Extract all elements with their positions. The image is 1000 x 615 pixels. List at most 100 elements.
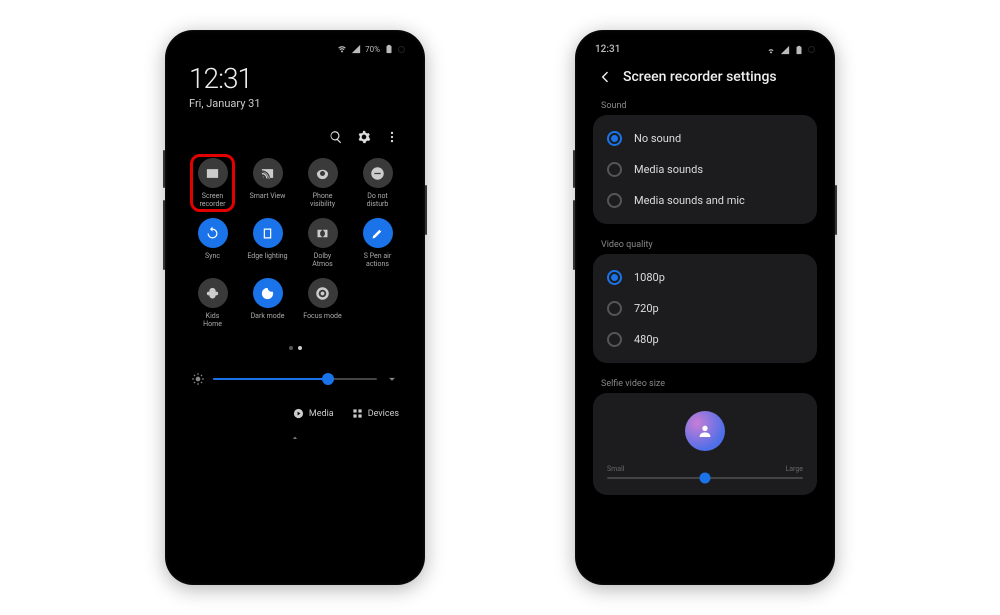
status-icons: 70% xyxy=(337,44,405,54)
radio-option[interactable]: 1080p xyxy=(603,262,807,293)
radio-label: Media sounds xyxy=(634,163,703,176)
quick-tile[interactable]: Edge lighting xyxy=(242,218,293,268)
radio-label: 480p xyxy=(634,333,659,346)
phone-right: 12:31 Screen recorder settings Sound No … xyxy=(575,30,835,585)
gear-icon[interactable] xyxy=(357,130,371,144)
tile-label: Phonevisibility xyxy=(310,192,335,208)
quick-tile[interactable]: Do notdisturb xyxy=(352,158,403,208)
radio-icon[interactable] xyxy=(607,131,622,146)
dolby-icon[interactable] xyxy=(308,218,338,248)
quality-card: 1080p 720p 480p xyxy=(593,254,817,363)
media-button[interactable]: Media xyxy=(293,408,334,419)
quick-tile[interactable]: Focus mode xyxy=(297,278,348,328)
radio-option[interactable]: No sound xyxy=(603,123,807,154)
panel-date: Fri, January 31 xyxy=(189,97,401,110)
page-dot-active[interactable] xyxy=(298,346,302,350)
selfie-card: Small Large xyxy=(593,393,817,495)
tile-label: Focus mode xyxy=(303,312,341,328)
radio-icon[interactable] xyxy=(607,270,622,285)
radio-label: No sound xyxy=(634,132,681,145)
quick-tile[interactable]: S Pen airactions xyxy=(352,218,403,268)
more-icon[interactable] xyxy=(385,130,399,144)
tile-label: KidsHome xyxy=(203,312,222,328)
spen-icon[interactable] xyxy=(363,218,393,248)
sound-section-label: Sound xyxy=(583,95,827,115)
signal-icon xyxy=(780,45,790,55)
radio-icon[interactable] xyxy=(607,332,622,347)
battery-icon xyxy=(384,44,394,54)
brightness-slider-row xyxy=(173,360,417,398)
quick-tile[interactable]: Screenrecorder xyxy=(187,158,238,208)
media-label: Media xyxy=(309,409,334,419)
settings-screen: 12:31 Screen recorder settings Sound No … xyxy=(583,38,827,577)
page-dot[interactable] xyxy=(289,346,293,350)
devices-icon xyxy=(352,408,363,419)
signal-icon xyxy=(351,44,361,54)
quick-panel-screen: 70% 12:31 Fri, January 31 Screenrecorder… xyxy=(173,38,417,577)
tile-label: Screenrecorder xyxy=(199,192,225,208)
quick-tile[interactable]: Phonevisibility xyxy=(297,158,348,208)
focus-icon[interactable] xyxy=(308,278,338,308)
battery-icon xyxy=(794,45,804,55)
wifi-icon xyxy=(766,45,776,55)
tile-label: DolbyAtmos xyxy=(312,252,333,268)
radio-label: Media sounds and mic xyxy=(634,194,745,207)
battery-text: 70% xyxy=(365,45,380,54)
clock-block: 12:31 Fri, January 31 xyxy=(173,56,417,116)
sync-icon[interactable] xyxy=(198,218,228,248)
radio-label: 720p xyxy=(634,302,659,315)
kids-icon[interactable] xyxy=(198,278,228,308)
cast-icon[interactable] xyxy=(253,158,283,188)
size-large-label: Large xyxy=(785,465,803,473)
phone-left: 70% 12:31 Fri, January 31 Screenrecorder… xyxy=(165,30,425,585)
status-bar: 12:31 xyxy=(583,38,827,57)
settings-header: Screen recorder settings xyxy=(583,57,827,95)
back-icon[interactable] xyxy=(597,69,613,85)
radio-option[interactable]: 720p xyxy=(603,293,807,324)
radio-option[interactable]: Media sounds and mic xyxy=(603,185,807,216)
nav-up-icon[interactable] xyxy=(290,433,300,443)
brightness-slider[interactable] xyxy=(213,378,377,380)
quick-tile[interactable]: DolbyAtmos xyxy=(297,218,348,268)
status-bar: 70% xyxy=(173,38,417,56)
sound-card: No sound Media sounds Media sounds and mic xyxy=(593,115,817,224)
page-indicator xyxy=(173,336,417,360)
radio-option[interactable]: 480p xyxy=(603,324,807,355)
tile-label: Dark mode xyxy=(251,312,285,328)
quick-tile[interactable]: Smart View xyxy=(242,158,293,208)
radio-label: 1080p xyxy=(634,271,665,284)
tile-label: S Pen airactions xyxy=(364,252,391,268)
radio-icon[interactable] xyxy=(607,301,622,316)
tile-label: Smart View xyxy=(250,192,286,208)
size-small-label: Small xyxy=(607,465,625,473)
camera-hole xyxy=(808,46,815,53)
play-icon xyxy=(293,408,304,419)
radio-icon[interactable] xyxy=(607,193,622,208)
tile-label: Edge lighting xyxy=(247,252,287,268)
tile-label: Sync xyxy=(205,252,220,268)
selfie-avatar xyxy=(685,411,725,451)
page-title: Screen recorder settings xyxy=(623,69,777,85)
devices-label: Devices xyxy=(368,409,399,419)
quick-tile[interactable]: Dark mode xyxy=(242,278,293,328)
camera-hole xyxy=(398,46,405,53)
devices-button[interactable]: Devices xyxy=(352,408,399,419)
selfie-section-label: Selfie video size xyxy=(583,373,827,393)
dark-icon[interactable] xyxy=(253,278,283,308)
edge-icon[interactable] xyxy=(253,218,283,248)
selfie-size-slider[interactable] xyxy=(607,477,803,479)
visibility-icon[interactable] xyxy=(308,158,338,188)
chevron-down-icon[interactable] xyxy=(385,372,399,386)
radio-icon[interactable] xyxy=(607,162,622,177)
quick-tile[interactable]: Sync xyxy=(187,218,238,268)
tile-label: Do notdisturb xyxy=(367,192,389,208)
quick-tiles-grid: Screenrecorder Smart View Phonevisibility D… xyxy=(173,150,417,336)
panel-time: 12:31 xyxy=(189,62,401,95)
dnd-icon[interactable] xyxy=(363,158,393,188)
record-icon[interactable] xyxy=(198,158,228,188)
nav-bar xyxy=(173,419,417,443)
quality-section-label: Video quality xyxy=(583,234,827,254)
quick-tile[interactable]: KidsHome xyxy=(187,278,238,328)
search-icon[interactable] xyxy=(329,130,343,144)
radio-option[interactable]: Media sounds xyxy=(603,154,807,185)
